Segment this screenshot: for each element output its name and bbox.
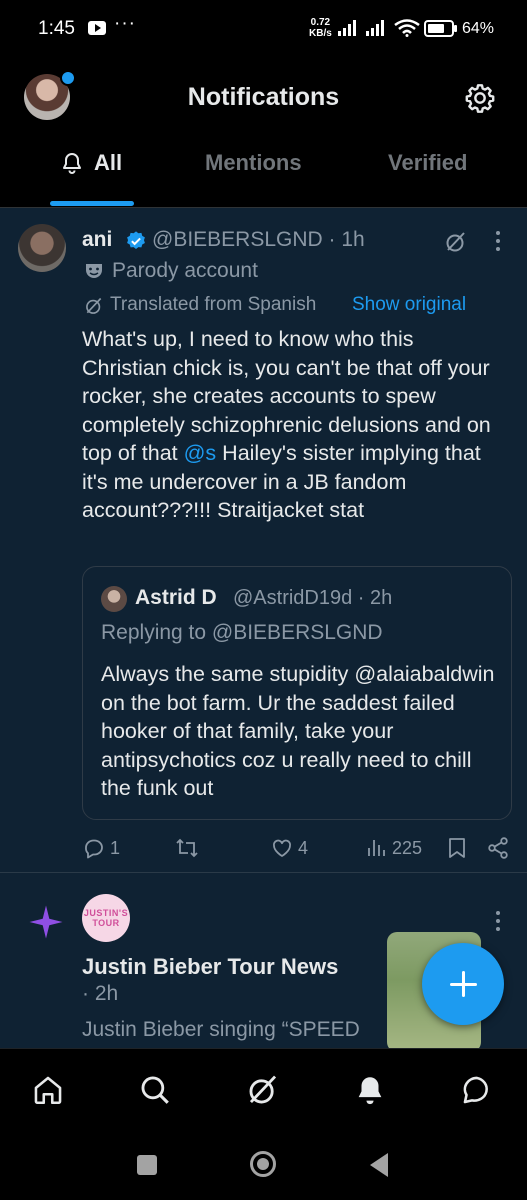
author-handle: @BIEBERSLGND · 1h xyxy=(152,228,365,251)
like-count: 4 xyxy=(298,838,309,858)
avatar[interactable] xyxy=(101,586,127,612)
wifi-icon xyxy=(394,19,420,37)
quote-author-handle: @AstridD19d · 2h xyxy=(233,587,393,609)
translated-label: Translated from Spanish xyxy=(110,294,317,315)
youtube-icon xyxy=(88,21,106,35)
grok-icon[interactable] xyxy=(444,230,468,254)
verified-badge-icon xyxy=(125,230,147,252)
like-icon[interactable] xyxy=(270,836,294,860)
views-count: 225 xyxy=(392,838,423,858)
status-time: 1:45 xyxy=(38,18,75,39)
tab-verified[interactable]: Verified xyxy=(388,150,467,176)
plus-icon[interactable] xyxy=(422,943,504,1025)
system-home-button[interactable] xyxy=(250,1151,276,1177)
repost-icon[interactable] xyxy=(174,836,200,860)
messages-icon[interactable] xyxy=(460,1073,494,1107)
signal-icon xyxy=(338,20,360,36)
battery-icon xyxy=(424,20,458,37)
mention-link[interactable]: @s xyxy=(184,441,217,465)
system-nav-bar xyxy=(0,1134,527,1200)
gear-icon[interactable] xyxy=(464,82,496,114)
network-speed-value: 0.72 xyxy=(310,17,331,28)
bottom-nav xyxy=(0,1048,527,1135)
status-more-dots: ··· xyxy=(114,13,136,34)
replying-to: Replying to @BIEBERSLGND xyxy=(101,621,383,644)
page-title: Notifications xyxy=(187,83,340,111)
tab-mentions[interactable]: Mentions xyxy=(205,150,302,176)
signal-icon-2 xyxy=(366,20,388,36)
tab-indicator xyxy=(50,201,134,206)
post-time: · 2h xyxy=(82,982,119,1005)
post-title[interactable]: Justin Bieber Tour News xyxy=(82,954,338,980)
battery-percent: 64% xyxy=(462,20,495,37)
more-vertical-icon[interactable] xyxy=(494,230,502,252)
share-icon[interactable] xyxy=(486,836,510,860)
quote-body: Always the same stupidity @alaiabaldwin … xyxy=(101,662,495,800)
avatar[interactable] xyxy=(18,224,66,272)
post-body: What's up, I need to know who this Chris… xyxy=(82,325,502,525)
tab-all-label: All xyxy=(94,150,123,175)
network-speed-unit: KB/s xyxy=(309,28,332,39)
post-preview-text: Justin Bieber singing “SPEED DEMON” at xyxy=(82,1018,360,1048)
back-button[interactable] xyxy=(370,1153,388,1177)
more-vertical-icon[interactable] xyxy=(494,910,502,932)
avatar-text: JUSTIN'S TOUR xyxy=(83,908,129,928)
reply-icon[interactable] xyxy=(82,836,106,860)
header: Notifications All Mentions Verified xyxy=(0,60,527,208)
status-bar: 1:45 ··· 0.72 KB/s 64% xyxy=(0,0,527,60)
parody-mask-icon xyxy=(84,262,104,280)
author-name[interactable]: ani xyxy=(82,228,112,252)
parody-label: Parody account xyxy=(112,259,258,282)
bookmark-icon[interactable] xyxy=(447,836,467,860)
show-original-link[interactable]: Show original xyxy=(352,294,466,316)
notification-feed[interactable]: ani @BIEBERSLGND · 1h Parody account Tra… xyxy=(0,208,527,1048)
quoted-post[interactable]: Astrid D @AstridD19d · 2h Replying to @B… xyxy=(82,566,512,820)
recents-button[interactable] xyxy=(137,1155,157,1175)
views-icon[interactable] xyxy=(366,836,388,860)
network-speed: 0.72 KB/s xyxy=(309,17,332,39)
home-icon[interactable] xyxy=(31,1073,65,1107)
sparkle-icon xyxy=(28,904,64,940)
bell-icon xyxy=(60,151,84,175)
search-icon[interactable] xyxy=(138,1073,172,1107)
grok-icon[interactable] xyxy=(246,1073,280,1107)
notification-post[interactable]: ani @BIEBERSLGND · 1h Parody account Tra… xyxy=(0,208,527,873)
quote-author-name[interactable]: Astrid D xyxy=(135,586,217,610)
bell-icon[interactable] xyxy=(353,1073,387,1107)
grok-icon xyxy=(84,296,104,316)
reply-count: 1 xyxy=(110,838,121,858)
avatar[interactable]: JUSTIN'S TOUR xyxy=(82,894,130,942)
